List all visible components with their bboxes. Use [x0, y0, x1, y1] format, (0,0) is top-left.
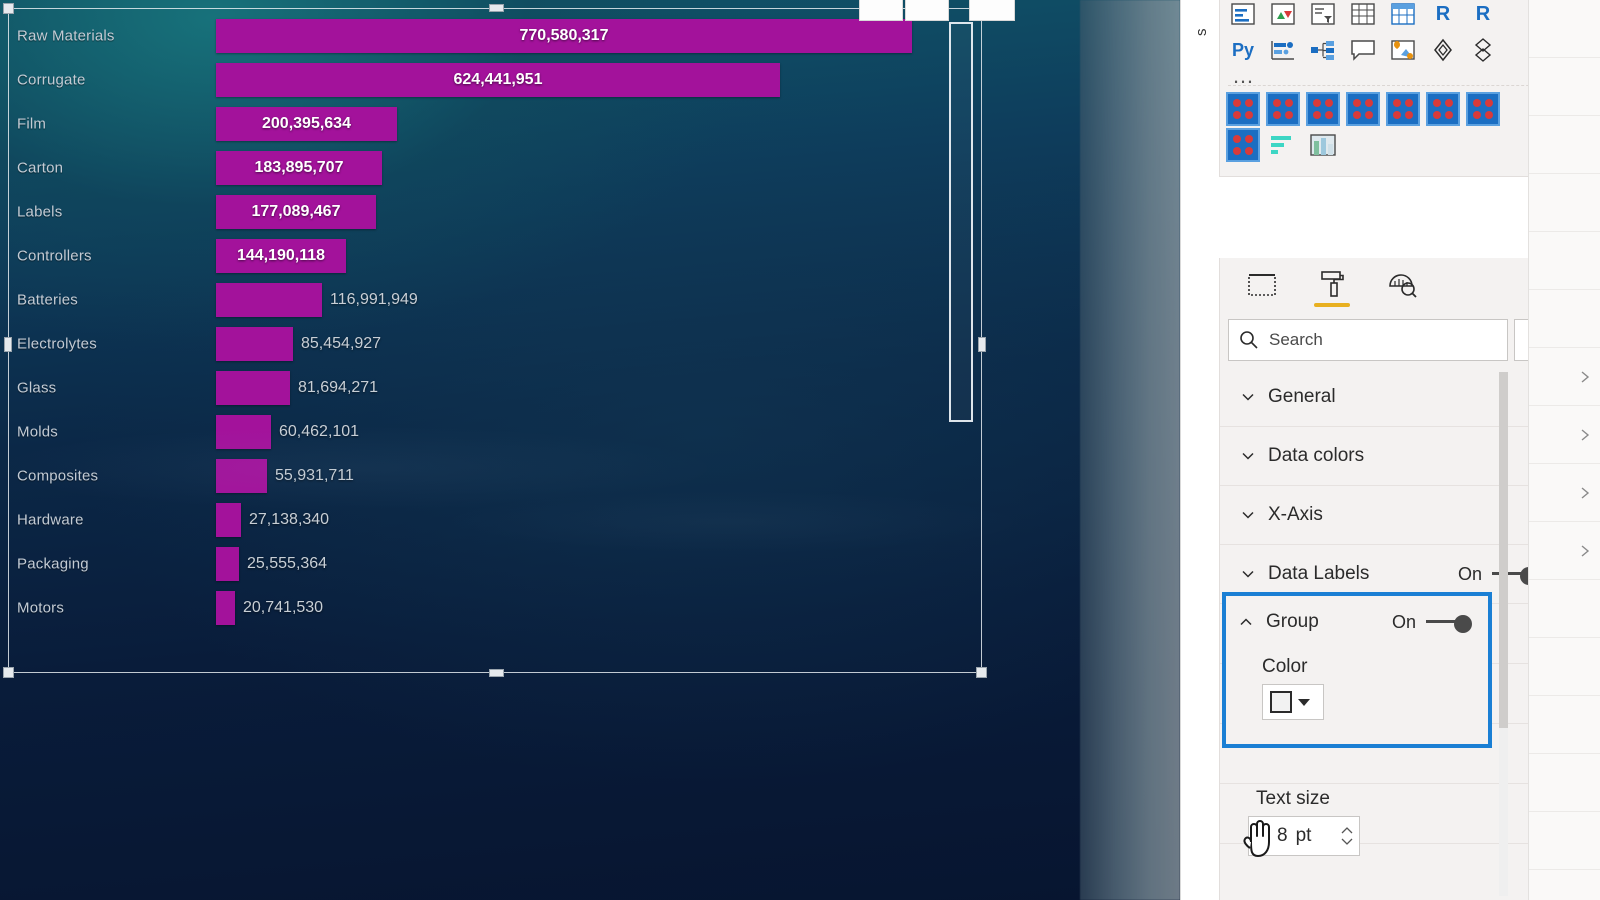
- chevron-down-icon: [1298, 698, 1310, 706]
- tab-fields[interactable]: [1242, 264, 1282, 306]
- visual-focus-mode-button[interactable]: [905, 0, 949, 21]
- section-general[interactable]: General: [1220, 368, 1562, 427]
- r-script-icon[interactable]: R: [1428, 0, 1458, 29]
- slicer-icon[interactable]: [1308, 0, 1338, 29]
- custom-visual-row-2: [1228, 130, 1554, 160]
- text-size-value: 8: [1277, 825, 1288, 846]
- visual-vertical-scrollbar[interactable]: [949, 22, 973, 422]
- group-toggle[interactable]: [1426, 615, 1472, 633]
- section-title: Data colors: [1268, 445, 1365, 466]
- section-x-axis[interactable]: X-Axis: [1220, 486, 1562, 545]
- resize-handle-bottom-right[interactable]: [976, 667, 987, 678]
- text-size-label: Text size: [1256, 788, 1330, 809]
- mouse-cursor-hand-icon: [1243, 820, 1270, 857]
- custom-visual-icon[interactable]: [1428, 94, 1458, 124]
- format-search-row: [1219, 312, 1563, 368]
- more-visuals-ellipsis-icon[interactable]: …: [1228, 65, 1554, 87]
- chevron-down-icon: [1242, 452, 1254, 460]
- color-swatch: [1270, 691, 1292, 713]
- visual-gallery-row-3: Py: [1228, 35, 1554, 65]
- custom-visual-icon[interactable]: [1228, 94, 1258, 124]
- resize-handle-left-center[interactable]: [4, 337, 12, 352]
- custom-visual-icon[interactable]: [1228, 130, 1258, 160]
- custom-visual-icon[interactable]: [1268, 94, 1298, 124]
- visual-gallery[interactable]: 123 123 R R Py: [1219, 0, 1563, 177]
- chevron-down-icon: [1242, 393, 1254, 401]
- resize-handle-top-center[interactable]: [489, 4, 504, 12]
- waterfall-icon[interactable]: [1268, 0, 1298, 29]
- chevron-right-icon[interactable]: [1578, 428, 1592, 442]
- key-influencers-icon[interactable]: [1268, 35, 1298, 65]
- section-title: General: [1268, 386, 1336, 407]
- format-pane-scrollbar[interactable]: [1499, 372, 1508, 896]
- resize-handle-right-center[interactable]: [978, 337, 986, 352]
- section-title: X-Axis: [1268, 504, 1323, 525]
- section-group-highlighted[interactable]: Group On Color: [1222, 592, 1492, 748]
- custom-visual-row-1: [1228, 94, 1554, 124]
- tab-analytics[interactable]: [1382, 264, 1422, 306]
- search-icon: [1240, 331, 1258, 349]
- r-visual-icon[interactable]: R: [1468, 0, 1498, 29]
- section-data-colors[interactable]: Data colors: [1220, 427, 1562, 486]
- bar-chart-custom-icon[interactable]: [1268, 130, 1298, 160]
- column-chart-custom-icon[interactable]: [1308, 130, 1338, 160]
- format-sections-list: General Data colors X-Axis Data Labels O…: [1219, 368, 1563, 900]
- desktop-background-edge: [1080, 0, 1180, 900]
- kpi-icon[interactable]: [1228, 0, 1258, 29]
- paginated-report-icon[interactable]: [1428, 35, 1458, 65]
- search-input[interactable]: [1269, 330, 1497, 350]
- chevron-down-icon[interactable]: [1341, 837, 1353, 845]
- text-size-unit: pt: [1295, 825, 1312, 846]
- group-section-title: Group: [1266, 611, 1319, 632]
- custom-visual-icon[interactable]: [1308, 94, 1338, 124]
- fields-pane-partial: [1528, 0, 1600, 900]
- table-icon[interactable]: [1348, 0, 1378, 29]
- tab-format[interactable]: [1312, 264, 1352, 307]
- decomposition-tree-icon[interactable]: [1308, 35, 1338, 65]
- data-labels-toggle-state: On: [1457, 563, 1482, 584]
- matrix-icon[interactable]: [1388, 0, 1418, 29]
- visual-more-options-button[interactable]: [969, 0, 1015, 21]
- visual-gallery-row-2: R R: [1228, 0, 1554, 29]
- custom-visual-icon[interactable]: [1388, 94, 1418, 124]
- format-pane-tabs: [1219, 258, 1563, 312]
- gallery-divider: [1228, 85, 1554, 86]
- custom-visual-icon[interactable]: [1468, 94, 1498, 124]
- qna-icon[interactable]: [1348, 35, 1378, 65]
- visualizations-pane-title: s: [1193, 28, 1210, 37]
- chevron-down-icon: [1242, 570, 1254, 578]
- resize-handle-bottom-center[interactable]: [489, 669, 504, 677]
- get-more-visuals-icon[interactable]: [1468, 35, 1498, 65]
- resize-handle-bottom-left[interactable]: [3, 667, 14, 678]
- stepper-arrows[interactable]: [1341, 827, 1353, 845]
- python-visual-icon[interactable]: Py: [1228, 35, 1258, 65]
- chevron-right-icon[interactable]: [1578, 370, 1592, 384]
- chevron-up-icon[interactable]: [1341, 827, 1353, 835]
- search-box[interactable]: [1228, 319, 1508, 361]
- scrollbar-thumb[interactable]: [1499, 372, 1508, 728]
- chevron-down-icon: [1242, 511, 1254, 519]
- visual-selection-frame[interactable]: [3, 0, 1015, 678]
- chevron-right-icon[interactable]: [1578, 486, 1592, 500]
- report-canvas[interactable]: Raw Materials 770,580,317 Corrugate 624,441…: [0, 0, 1180, 900]
- chevron-up-icon: [1240, 618, 1252, 626]
- visual-filter-button[interactable]: [859, 0, 903, 21]
- resize-handle-top-left[interactable]: [3, 3, 14, 14]
- group-color-picker[interactable]: [1262, 684, 1324, 720]
- custom-visual-icon[interactable]: [1348, 94, 1378, 124]
- smart-narrative-icon[interactable]: [1388, 35, 1418, 65]
- group-toggle-state: On: [1391, 611, 1416, 632]
- section-title: Data Labels: [1268, 563, 1370, 584]
- chevron-right-icon[interactable]: [1578, 544, 1592, 558]
- group-color-label: Color: [1262, 656, 1308, 677]
